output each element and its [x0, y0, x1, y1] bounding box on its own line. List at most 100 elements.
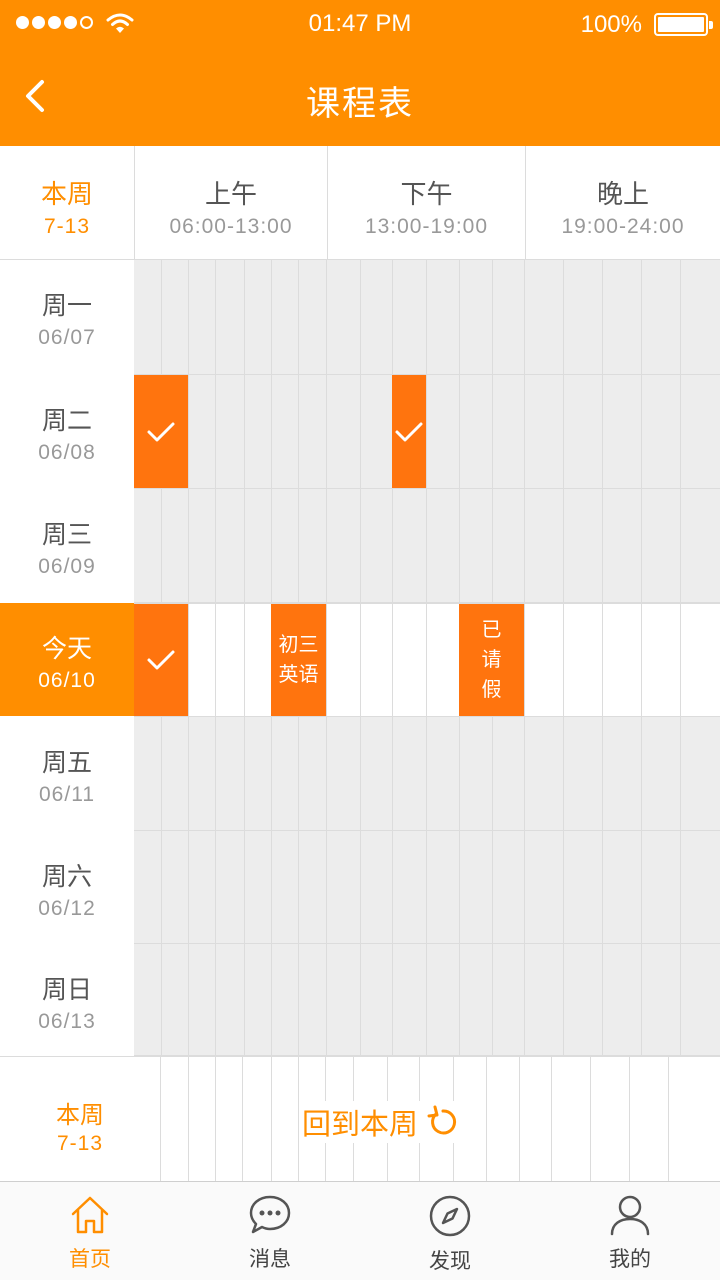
grid-line: [524, 831, 525, 943]
grid-line: [524, 260, 525, 374]
grid-line: [563, 375, 564, 488]
period-name: 下午: [400, 179, 453, 209]
grid-line: [215, 604, 216, 716]
grid-line: [551, 1057, 552, 1182]
grid-line: [641, 944, 642, 1055]
period-time: 19:00-24:00: [561, 215, 685, 238]
grid-line: [161, 489, 162, 602]
grid-line: [392, 831, 393, 943]
grid-line: [602, 260, 603, 374]
check-icon: [147, 422, 175, 441]
day-slots[interactable]: 初三 英语 已请假: [134, 603, 720, 717]
day-name: 周三: [41, 521, 92, 549]
grid-line: [271, 1057, 272, 1182]
day-row-sun: 周日 06/13: [0, 944, 720, 1056]
grid-line: [392, 717, 393, 830]
grid-line: [188, 1057, 189, 1182]
day-label: 周五 06/11: [0, 717, 134, 831]
day-label: 周一 06/07: [0, 260, 134, 375]
grid-line: [680, 260, 681, 374]
grid-line: [298, 717, 299, 830]
tab-label: 我的: [609, 1248, 651, 1271]
attended-class-block[interactable]: [392, 375, 426, 488]
day-slots[interactable]: [134, 260, 720, 375]
grid-line: [242, 1057, 243, 1182]
grid-line: [326, 717, 327, 830]
grid-line: [563, 604, 564, 716]
day-row-fri: 周五 06/11: [0, 717, 720, 831]
tab-profile[interactable]: 我的: [540, 1182, 720, 1280]
day-slots[interactable]: [134, 489, 720, 603]
period-evening-header: 晚上 19:00-24:00: [526, 146, 720, 260]
day-slots[interactable]: [134, 831, 720, 944]
grid-line: [298, 831, 299, 943]
period-time: 13:00-19:00: [364, 215, 489, 238]
grid-line: [298, 489, 299, 602]
grid-line: [492, 717, 493, 830]
grid-line: [426, 831, 427, 943]
home-icon: [71, 1196, 109, 1234]
attended-class-block[interactable]: [134, 604, 188, 716]
tab-messages[interactable]: 消息: [180, 1182, 360, 1280]
grid-line: [426, 604, 427, 716]
tab-label: 发现: [429, 1250, 471, 1273]
day-slots[interactable]: [134, 375, 720, 489]
grid-line: [492, 260, 493, 374]
grid-line: [392, 489, 393, 602]
day-date: 06/08: [38, 441, 96, 464]
attended-class-block[interactable]: [134, 375, 188, 488]
grid-line: [524, 489, 525, 602]
grid-line: [392, 604, 393, 716]
grid-line: [524, 375, 525, 488]
grid-line: [602, 944, 603, 1055]
grid-line: [641, 831, 642, 943]
tab-label: 首页: [69, 1248, 111, 1271]
day-date: 06/10: [38, 669, 96, 692]
refresh-icon: [427, 1105, 457, 1135]
nav-bar: 课程表: [0, 48, 720, 146]
back-to-this-week-label: 回到本周: [302, 1109, 419, 1141]
grid-line: [392, 944, 393, 1055]
grid-line: [326, 489, 327, 602]
day-label: 周六 06/12: [0, 831, 134, 944]
grid-line: [271, 717, 272, 830]
grid-line: [244, 489, 245, 602]
grid-line: [326, 604, 327, 716]
grid-line: [244, 831, 245, 943]
grid-line: [244, 944, 245, 1055]
grid-line: [244, 604, 245, 716]
grid-line: [298, 944, 299, 1055]
current-week-header: 本周 7-13: [0, 146, 135, 260]
grid-line: [668, 1057, 669, 1182]
grid-line: [360, 831, 361, 943]
grid-line: [360, 375, 361, 488]
grid-line: [524, 604, 525, 716]
grid-line: [271, 944, 272, 1055]
grid-line: [641, 375, 642, 488]
course-name-line: 英语: [278, 664, 319, 686]
course-block-english[interactable]: 初三 英语: [271, 604, 326, 716]
tab-home[interactable]: 首页: [0, 1182, 180, 1280]
day-date: 06/11: [39, 783, 95, 806]
tab-discover[interactable]: 发现: [360, 1182, 540, 1280]
day-row-tue: 周二 06/08: [0, 375, 720, 489]
grid-line: [188, 604, 189, 716]
day-slots[interactable]: [134, 717, 720, 831]
grid-line: [492, 831, 493, 943]
back-to-this-week-button[interactable]: 回到本周: [300, 1101, 463, 1143]
period-morning-header: 上午 06:00-13:00: [135, 146, 328, 260]
period-afternoon-header: 下午 13:00-19:00: [328, 146, 526, 260]
tab-label: 消息: [249, 1248, 291, 1271]
grid-line: [271, 489, 272, 602]
footer-week-label: 本周 7-13: [0, 1057, 161, 1182]
grid-line: [524, 717, 525, 830]
day-date: 06/09: [38, 555, 96, 578]
day-label: 周二 06/08: [0, 375, 134, 489]
grid-line: [641, 717, 642, 830]
schedule-header: 本周 7-13 上午 06:00-13:00 下午 13:00-19:00 晚上…: [0, 146, 720, 260]
day-name: 周六: [41, 863, 92, 891]
leave-block[interactable]: 已请假: [459, 604, 524, 716]
person-icon: [610, 1195, 650, 1236]
grid-line: [215, 717, 216, 830]
day-slots[interactable]: [134, 944, 720, 1056]
